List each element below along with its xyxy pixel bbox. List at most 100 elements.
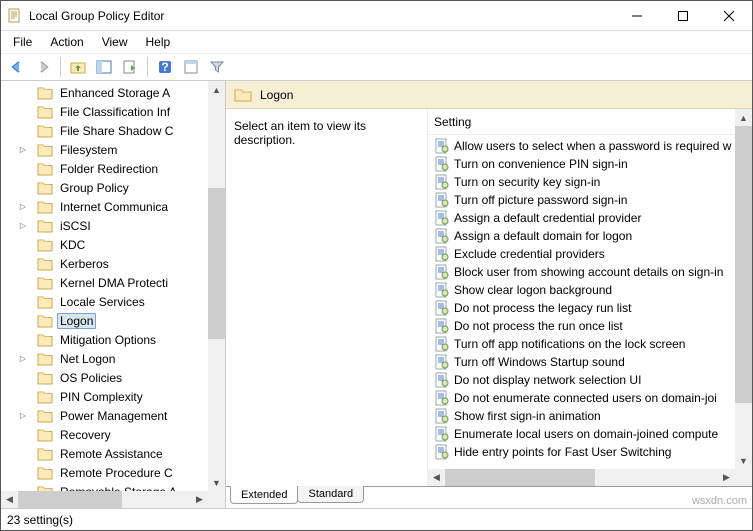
menu-help[interactable]: Help (138, 33, 179, 51)
up-button[interactable] (66, 55, 90, 79)
policy-icon (434, 174, 450, 190)
expand-icon[interactable]: ▷ (17, 353, 29, 365)
setting-label: Turn on security key sign-in (454, 175, 600, 189)
svg-text:?: ? (161, 60, 168, 74)
scroll-down-icon[interactable]: ▼ (735, 452, 752, 469)
setting-item[interactable]: Do not display network selection UI (428, 371, 735, 389)
setting-item[interactable]: Do not process the legacy run list (428, 299, 735, 317)
setting-item[interactable]: Hide entry points for Fast User Switchin… (428, 443, 735, 461)
scroll-right-icon[interactable]: ▶ (191, 491, 208, 508)
expand-icon[interactable]: ▷ (17, 410, 29, 422)
setting-item[interactable]: Do not enumerate connected users on doma… (428, 389, 735, 407)
close-button[interactable] (706, 1, 752, 31)
folder-icon (37, 314, 53, 328)
setting-column-header[interactable]: Setting (428, 109, 752, 135)
expand-icon[interactable]: ▷ (17, 201, 29, 213)
folder-icon (37, 238, 53, 252)
forward-button[interactable] (31, 55, 55, 79)
tab-standard[interactable]: Standard (297, 486, 364, 503)
tree-item-filesystem[interactable]: ▷Filesystem (1, 140, 208, 159)
setting-item[interactable]: Block user from showing account details … (428, 263, 735, 281)
export-list-button[interactable] (118, 55, 142, 79)
tree-item-label: Logon (57, 313, 96, 329)
tree-item-os-policies[interactable]: OS Policies (1, 368, 208, 387)
tree-item-mitigation-options[interactable]: Mitigation Options (1, 330, 208, 349)
setting-item[interactable]: Assign a default domain for logon (428, 227, 735, 245)
tree-item-remote-procedure-c[interactable]: Remote Procedure C (1, 463, 208, 482)
setting-label: Turn off app notifications on the lock s… (454, 337, 685, 351)
tree-item-iscsi[interactable]: ▷iSCSI (1, 216, 208, 235)
tree-item-file-classification-inf[interactable]: File Classification Inf (1, 102, 208, 121)
setting-item[interactable]: Turn off app notifications on the lock s… (428, 335, 735, 353)
policy-icon (434, 210, 450, 226)
scroll-right-icon[interactable]: ▶ (718, 469, 735, 486)
setting-item[interactable]: Exclude credential providers (428, 245, 735, 263)
tree-item-internet-communica[interactable]: ▷ Internet Communica (1, 197, 208, 216)
setting-label: Do not display network selection UI (454, 373, 641, 387)
back-button[interactable] (5, 55, 29, 79)
setting-item[interactable]: Turn on convenience PIN sign-in (428, 155, 735, 173)
policy-icon (434, 354, 450, 370)
setting-item[interactable]: Allow users to select when a password is… (428, 137, 735, 155)
setting-item[interactable]: Do not process the run once list (428, 317, 735, 335)
scroll-left-icon[interactable]: ◀ (1, 491, 18, 508)
tree-item-enhanced-storage-a[interactable]: Enhanced Storage A (1, 83, 208, 102)
expand-icon[interactable]: ▷ (17, 144, 29, 156)
policy-icon (434, 192, 450, 208)
show-hide-tree-button[interactable] (92, 55, 116, 79)
setting-item[interactable]: Show clear logon background (428, 281, 735, 299)
folder-icon (37, 390, 53, 404)
tree-item-label: Kernel DMA Protecti (57, 276, 171, 290)
setting-item[interactable]: Turn off picture password sign-in (428, 191, 735, 209)
tree-item-group-policy[interactable]: Group Policy (1, 178, 208, 197)
menu-action[interactable]: Action (42, 33, 91, 51)
help-button[interactable]: ? (153, 55, 177, 79)
setting-item[interactable]: Show first sign-in animation (428, 407, 735, 425)
tree-item-recovery[interactable]: Recovery (1, 425, 208, 444)
tree-item-removable-storage-a[interactable]: Removable Storage A (1, 482, 208, 491)
tree-pane: Enhanced Storage AFile Classification In… (1, 81, 226, 508)
tab-extended[interactable]: Extended (230, 486, 298, 504)
tree-item-kernel-dma-protecti[interactable]: Kernel DMA Protecti (1, 273, 208, 292)
setting-item[interactable]: Turn on security key sign-in (428, 173, 735, 191)
policy-icon (434, 336, 450, 352)
tree-item-folder-redirection[interactable]: Folder Redirection (1, 159, 208, 178)
menu-view[interactable]: View (94, 33, 136, 51)
tree-item-kdc[interactable]: KDC (1, 235, 208, 254)
tree-view[interactable]: Enhanced Storage AFile Classification In… (1, 81, 208, 491)
policy-icon (434, 138, 450, 154)
tree-item-remote-assistance[interactable]: Remote Assistance (1, 444, 208, 463)
tree-item-pin-complexity[interactable]: PIN Complexity (1, 387, 208, 406)
setting-item[interactable]: Assign a default credential provider (428, 209, 735, 227)
expand-icon[interactable]: ▷ (17, 220, 29, 232)
tree-item-label: Power Management (57, 409, 170, 423)
maximize-button[interactable] (660, 1, 706, 31)
tree-item-label: Folder Redirection (57, 162, 161, 176)
properties-button[interactable] (179, 55, 203, 79)
scroll-left-icon[interactable]: ◀ (428, 469, 445, 486)
policy-icon (434, 264, 450, 280)
tree-item-file-share-shadow-c[interactable]: File Share Shadow C (1, 121, 208, 140)
tree-vertical-scrollbar[interactable]: ▲ ▼ (208, 81, 225, 491)
setting-label: Block user from showing account details … (454, 265, 723, 279)
minimize-button[interactable] (614, 1, 660, 31)
tree-item-net-logon[interactable]: ▷Net Logon (1, 349, 208, 368)
scroll-up-icon[interactable]: ▲ (208, 81, 225, 98)
setting-item[interactable]: Enumerate local users on domain-joined c… (428, 425, 735, 443)
settings-list[interactable]: Allow users to select when a password is… (428, 135, 735, 469)
settings-horizontal-scrollbar[interactable]: ◀ ▶ (428, 469, 735, 486)
setting-item[interactable]: Turn off Windows Startup sound (428, 353, 735, 371)
tree-item-locale-services[interactable]: Locale Services (1, 292, 208, 311)
tree-item-power-management[interactable]: ▷ Power Management (1, 406, 208, 425)
scroll-down-icon[interactable]: ▼ (208, 474, 225, 491)
scroll-up-icon[interactable]: ▲ (735, 109, 752, 126)
tree-item-kerberos[interactable]: Kerberos (1, 254, 208, 273)
settings-vertical-scrollbar[interactable]: ▲ ▼ (735, 109, 752, 469)
filter-button[interactable] (205, 55, 229, 79)
tree-item-label: Internet Communica (57, 200, 171, 214)
tree-horizontal-scrollbar[interactable]: ◀ ▶ (1, 491, 208, 508)
tree-item-logon[interactable]: Logon (1, 311, 208, 330)
tree-item-label: Kerberos (57, 257, 112, 271)
menu-file[interactable]: File (5, 33, 40, 51)
setting-label: Hide entry points for Fast User Switchin… (454, 445, 671, 459)
